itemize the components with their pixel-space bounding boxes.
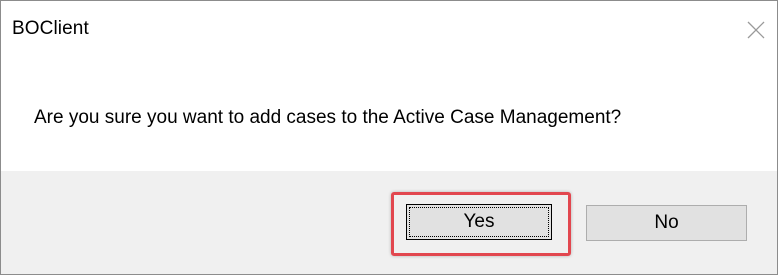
title-bar[interactable]: BOClient [1, 1, 777, 59]
button-bar: Yes No [1, 171, 777, 274]
close-icon[interactable] [743, 17, 769, 43]
confirmation-message: Are you sure you want to add cases to th… [34, 107, 622, 128]
confirmation-dialog: BOClient Are you sure you want to add ca… [0, 0, 778, 275]
yes-button[interactable]: Yes [406, 204, 552, 240]
message-area: Are you sure you want to add cases to th… [1, 59, 777, 171]
window-title: BOClient [12, 18, 89, 39]
no-button[interactable]: No [586, 205, 747, 241]
